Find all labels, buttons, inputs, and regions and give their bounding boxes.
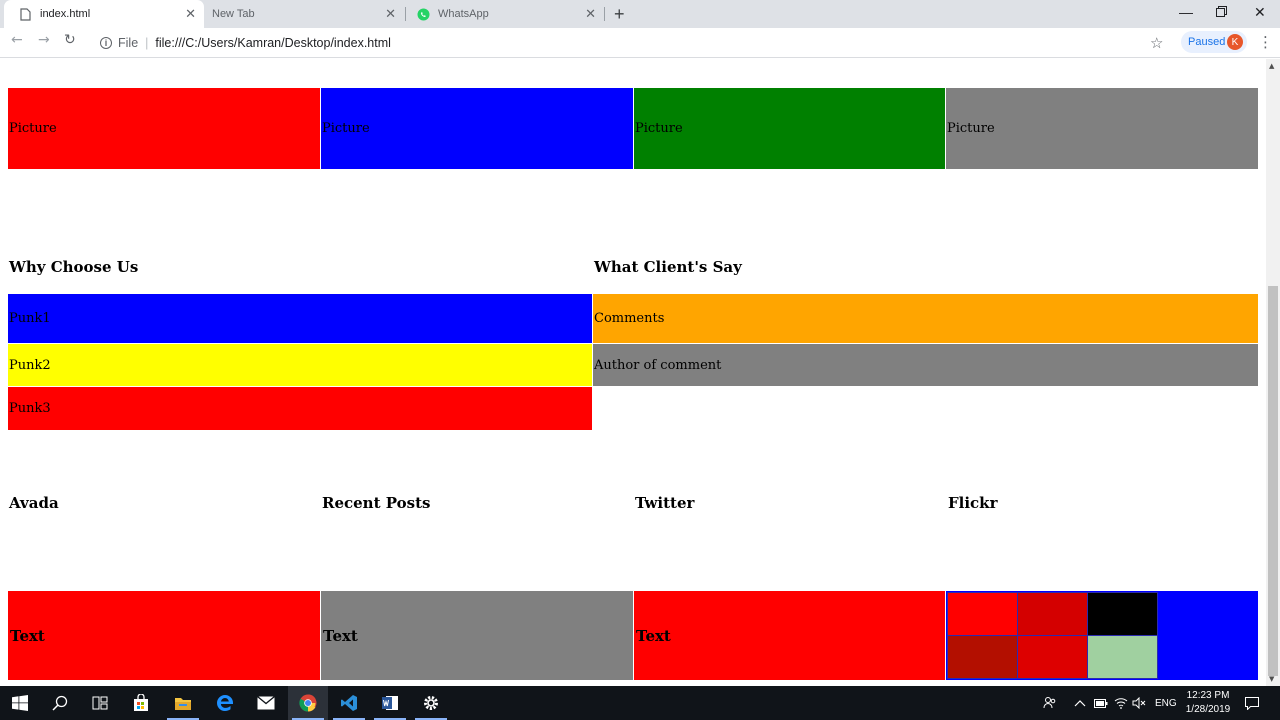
restore-icon[interactable]: [1216, 4, 1227, 20]
picture-box: Picture: [321, 88, 633, 169]
scroll-up-icon[interactable]: ▲: [1269, 62, 1274, 70]
flickr-thumbnail[interactable]: [1017, 635, 1088, 679]
tab-separator: [604, 7, 605, 21]
flickr-thumbnail[interactable]: [1087, 635, 1158, 679]
punk-item: Punk3: [8, 387, 592, 430]
flickr-thumbnail[interactable]: [1087, 592, 1158, 636]
tab-title: index.html: [40, 8, 91, 20]
task-view-icon[interactable]: [80, 686, 120, 720]
picture-label: Picture: [947, 121, 995, 136]
footer-heading-avada: Avada: [9, 494, 59, 512]
avatar: K: [1227, 34, 1243, 50]
action-center-icon[interactable]: [1245, 686, 1259, 720]
picture-label: Picture: [635, 121, 683, 136]
url-text: file:///C:/Users/Kamran/Desktop/index.ht…: [155, 36, 391, 50]
punk-item: Punk2: [8, 344, 592, 386]
footer-text-label: Text: [636, 626, 671, 645]
tab-title: New Tab: [212, 8, 255, 20]
tab-new-tab[interactable]: New Tab ✕: [204, 0, 404, 28]
footer-heading-twitter: Twitter: [635, 494, 695, 512]
comments-label: Comments: [594, 311, 665, 326]
footer-heading-recent-posts: Recent Posts: [322, 494, 431, 512]
punk-label: Punk1: [9, 311, 51, 326]
tab-strip: index.html ✕ New Tab ✕ WhatsApp ✕ + — ✕: [0, 0, 1280, 28]
system-clock[interactable]: 12:23 PM 1/28/2019: [1178, 689, 1238, 717]
footer-text-box: Text: [8, 591, 320, 680]
search-icon[interactable]: [40, 686, 80, 720]
picture-box: Picture: [634, 88, 945, 169]
language-indicator[interactable]: ENG: [1155, 686, 1177, 720]
flickr-gallery: [946, 591, 1258, 680]
edge-icon[interactable]: [205, 686, 245, 720]
file-explorer-icon[interactable]: [163, 686, 203, 720]
whatsapp-icon: [416, 7, 430, 21]
author-label: Author of comment: [594, 357, 722, 373]
flickr-thumbnail[interactable]: [1017, 592, 1088, 636]
comment-author-box: Author of comment: [593, 344, 1258, 386]
close-icon[interactable]: ✕: [185, 6, 196, 22]
forward-icon[interactable]: →: [38, 32, 50, 48]
scheme-label: File: [118, 36, 139, 50]
back-icon[interactable]: ←: [11, 32, 23, 48]
taskbar: ENG 12:23 PM 1/28/2019: [0, 686, 1280, 720]
flickr-thumbnail[interactable]: [947, 592, 1018, 636]
why-choose-us-heading: Why Choose Us: [9, 258, 139, 276]
bookmark-star-icon[interactable]: ☆: [1150, 34, 1163, 52]
close-window-icon[interactable]: ✕: [1254, 4, 1266, 21]
volume-muted-icon[interactable]: [1132, 686, 1146, 720]
settings-icon[interactable]: [411, 686, 451, 720]
footer-heading-flickr: Flickr: [948, 494, 998, 512]
browser-toolbar: ← → ↻ i File | file:///C:/Users/Kamran/D…: [0, 28, 1280, 58]
footer-text-box: Text: [321, 591, 633, 680]
start-icon[interactable]: [0, 686, 40, 720]
comments-box: Comments: [593, 294, 1258, 343]
profile-button[interactable]: Paused K: [1181, 31, 1247, 53]
store-icon[interactable]: [121, 686, 161, 720]
flickr-thumbnail[interactable]: [947, 635, 1018, 679]
footer-text-label: Text: [323, 626, 358, 645]
scroll-down-icon[interactable]: ▼: [1269, 675, 1274, 683]
picture-box: Picture: [8, 88, 320, 169]
clock-time: 12:23 PM: [1186, 690, 1230, 701]
scrollbar-thumb[interactable]: [1268, 286, 1278, 676]
tab-index-html[interactable]: index.html ✕: [4, 0, 204, 28]
tab-title: WhatsApp: [438, 8, 489, 20]
vscode-icon[interactable]: [329, 686, 369, 720]
new-tab-button[interactable]: +: [614, 4, 625, 25]
footer-text-label: Text: [10, 626, 45, 645]
vertical-scrollbar[interactable]: ▲ ▼: [1266, 59, 1280, 686]
profile-status: Paused: [1188, 36, 1226, 48]
chevron-up-icon[interactable]: [1074, 686, 1086, 720]
punk-item: Punk1: [8, 294, 592, 343]
clock-date: 1/28/2019: [1185, 704, 1231, 715]
people-icon[interactable]: [1043, 686, 1057, 720]
kebab-menu-icon[interactable]: ⋮: [1258, 33, 1273, 51]
info-icon[interactable]: i: [100, 37, 112, 49]
picture-label: Picture: [322, 121, 370, 136]
close-icon[interactable]: ✕: [385, 6, 396, 22]
omnibox-separator: |: [145, 36, 149, 50]
minimize-icon[interactable]: —: [1179, 4, 1193, 20]
punk-label: Punk3: [9, 401, 51, 416]
mail-icon[interactable]: [246, 686, 286, 720]
chrome-icon[interactable]: [288, 686, 328, 720]
tab-whatsapp[interactable]: WhatsApp ✕: [406, 0, 604, 28]
close-icon[interactable]: ✕: [585, 6, 596, 22]
wifi-icon[interactable]: [1114, 686, 1128, 720]
reload-icon[interactable]: ↻: [64, 32, 76, 48]
document-icon: [18, 7, 32, 21]
word-icon[interactable]: [370, 686, 410, 720]
picture-label: Picture: [9, 121, 57, 136]
punk-label: Punk2: [9, 357, 51, 373]
address-bar[interactable]: i File | file:///C:/Users/Kamran/Desktop…: [90, 31, 1170, 55]
footer-text-box: Text: [634, 591, 945, 680]
clients-heading: What Client's Say: [594, 258, 742, 276]
battery-icon[interactable]: [1094, 686, 1108, 720]
picture-box: Picture: [946, 88, 1258, 169]
